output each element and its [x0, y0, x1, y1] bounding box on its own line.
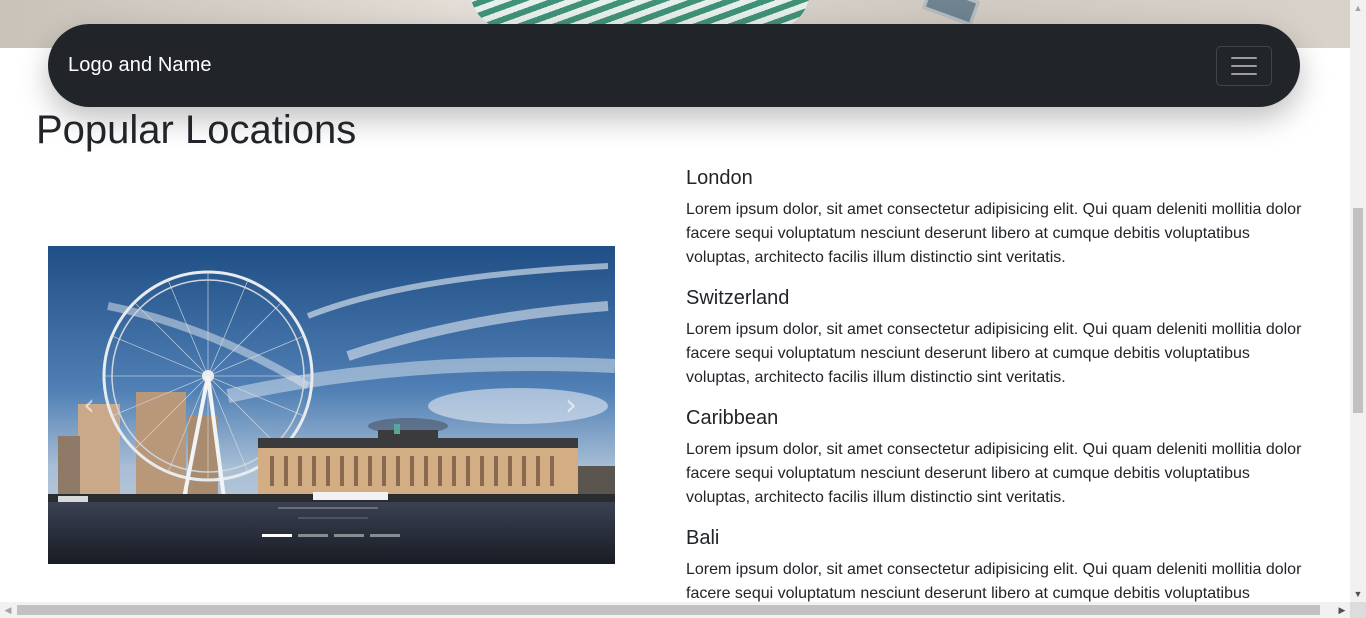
page: Logo and Name Popular Locations ‹ › Lond… [0, 0, 1366, 618]
section-title: Popular Locations [36, 108, 357, 152]
location-description: Lorem ipsum dolor, sit amet consectetur … [686, 441, 1302, 506]
location-item-london: London Lorem ipsum dolor, sit amet conse… [686, 166, 1316, 270]
navbar-toggler-button[interactable] [1216, 45, 1272, 86]
hamburger-menu-icon-bar [1231, 64, 1257, 67]
locations-carousel [48, 246, 615, 564]
locations-list: London Lorem ipsum dolor, sit amet conse… [686, 166, 1316, 618]
hamburger-menu-icon-bar [1231, 72, 1257, 75]
location-item-switzerland: Switzerland Lorem ipsum dolor, sit amet … [686, 286, 1316, 390]
location-description: Lorem ipsum dolor, sit amet consectetur … [686, 561, 1302, 602]
location-item-bali: Bali Lorem ipsum dolor, sit amet consect… [686, 526, 1316, 606]
vertical-scroll-thumb[interactable] [1353, 208, 1363, 413]
location-description: Lorem ipsum dolor, sit amet consectetur … [686, 321, 1302, 386]
scroll-down-arrow-icon[interactable]: ▼ [1350, 586, 1366, 602]
carousel-next-button[interactable]: › [556, 386, 586, 426]
carousel-slide-image [48, 246, 615, 564]
hamburger-menu-icon [1231, 56, 1257, 59]
location-title: Bali [686, 527, 720, 549]
navbar-brand[interactable]: Logo and Name [68, 54, 212, 77]
chevron-left-icon: ‹ [83, 388, 95, 423]
location-title: Switzerland [686, 287, 790, 309]
carousel-indicator-1[interactable] [262, 534, 292, 537]
carousel-indicator-4[interactable] [370, 534, 400, 537]
location-title: Caribbean [686, 407, 779, 429]
scrollbar-corner [1350, 602, 1366, 618]
carousel-indicators [262, 534, 400, 537]
location-title: London [686, 167, 753, 189]
carousel-prev-button[interactable]: ‹ [74, 386, 104, 426]
location-item-caribbean: Caribbean Lorem ipsum dolor, sit amet co… [686, 406, 1316, 510]
carousel-indicator-3[interactable] [334, 534, 364, 537]
horizontal-scroll-thumb[interactable] [17, 605, 1320, 615]
scroll-right-arrow-icon[interactable]: ▶ [1334, 602, 1350, 618]
horizontal-scrollbar[interactable]: ◀ ▶ [0, 602, 1350, 618]
hero-box-graphic [922, 0, 980, 27]
location-description: Lorem ipsum dolor, sit amet consectetur … [686, 201, 1302, 266]
chevron-right-icon: › [565, 388, 577, 423]
vertical-scrollbar[interactable]: ▲ ▼ [1350, 0, 1366, 602]
scroll-left-arrow-icon[interactable]: ◀ [0, 602, 16, 618]
navbar: Logo and Name [48, 24, 1300, 107]
carousel-indicator-2[interactable] [298, 534, 328, 537]
scroll-up-arrow-icon[interactable]: ▲ [1350, 0, 1366, 16]
